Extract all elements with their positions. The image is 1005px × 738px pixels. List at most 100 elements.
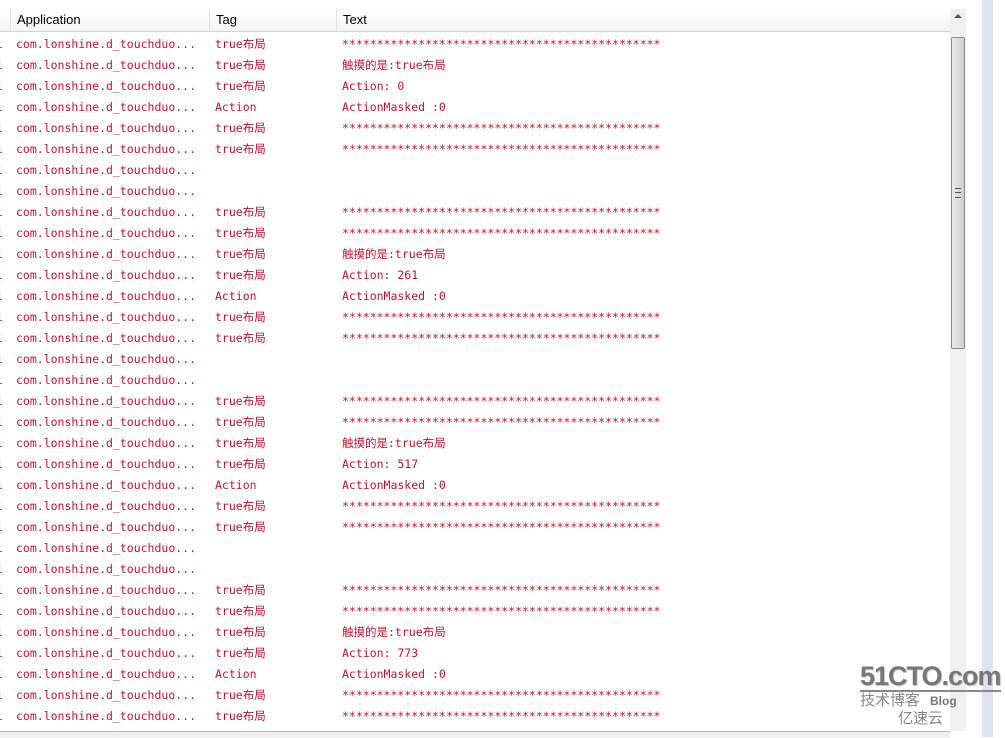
log-row[interactable]: i com.lonshine.d_touchduo... Action ActionM…: [0, 475, 950, 496]
text-cell: ****************************************…: [342, 499, 661, 513]
application-cell: com.lonshine.d_touchduo...: [16, 37, 197, 51]
log-row[interactable]: i com.lonshine.d_touchduo... true布局 Action:…: [0, 643, 950, 664]
application-cell: com.lonshine.d_touchduo...: [16, 289, 197, 303]
level-cell: i: [0, 328, 3, 349]
tag-cell: true布局: [215, 688, 266, 702]
application-cell: com.lonshine.d_touchduo...: [16, 583, 197, 597]
log-row[interactable]: i com.lonshine.d_touchduo... true布局 *******…: [0, 601, 950, 622]
level-cell: i: [0, 454, 3, 475]
tag-cell: true布局: [215, 142, 266, 156]
log-row[interactable]: i com.lonshine.d_touchduo...: [0, 160, 950, 181]
log-row[interactable]: i com.lonshine.d_touchduo... true布局 *******…: [0, 517, 950, 538]
log-row[interactable]: i com.lonshine.d_touchduo... true布局 Action:…: [0, 265, 950, 286]
text-cell: 触摸的是:true布局: [342, 247, 446, 261]
log-row[interactable]: i com.lonshine.d_touchduo... true布局 *******…: [0, 202, 950, 223]
log-row[interactable]: i com.lonshine.d_touchduo... true布局 触摸的是:tr…: [0, 55, 950, 76]
column-header-text[interactable]: Text: [336, 9, 950, 31]
level-cell: i: [0, 559, 3, 580]
level-cell: i: [0, 223, 3, 244]
vertical-scrollbar[interactable]: [950, 9, 966, 731]
log-row[interactable]: i com.lonshine.d_touchduo... true布局 *******…: [0, 223, 950, 244]
application-cell: com.lonshine.d_touchduo...: [16, 100, 197, 114]
tag-cell: true布局: [215, 247, 266, 261]
tag-cell: true布局: [215, 415, 266, 429]
level-cell: i: [0, 118, 3, 139]
level-cell: i: [0, 664, 3, 685]
tag-cell: true布局: [215, 205, 266, 219]
tag-cell: true布局: [215, 604, 266, 618]
text-cell: ****************************************…: [342, 604, 661, 618]
log-row[interactable]: i com.lonshine.d_touchduo... true布局 Action:…: [0, 454, 950, 475]
application-cell: com.lonshine.d_touchduo...: [16, 310, 197, 324]
log-row[interactable]: i com.lonshine.d_touchduo...: [0, 349, 950, 370]
application-cell: com.lonshine.d_touchduo...: [16, 541, 197, 555]
level-cell: i: [0, 538, 3, 559]
tag-cell: true布局: [215, 394, 266, 408]
watermark-logo: 51CTO.com 技术博客 Blog 亿速云: [860, 661, 1002, 728]
log-row[interactable]: i com.lonshine.d_touchduo... true布局 *******…: [0, 580, 950, 601]
level-cell: i: [0, 643, 3, 664]
column-header-tag[interactable]: Tag: [209, 9, 336, 31]
application-cell: com.lonshine.d_touchduo...: [16, 436, 197, 450]
log-row[interactable]: i com.lonshine.d_touchduo... true布局 *******…: [0, 34, 950, 55]
log-row[interactable]: i com.lonshine.d_touchduo... true布局 *******…: [0, 706, 950, 727]
log-row[interactable]: i com.lonshine.d_touchduo... Action ActionM…: [0, 286, 950, 307]
log-row[interactable]: i com.lonshine.d_touchduo...: [0, 181, 950, 202]
text-cell: Action: 0: [342, 79, 405, 93]
tag-cell: true布局: [215, 583, 266, 597]
text-cell: ActionMasked :0: [342, 100, 446, 114]
application-cell: com.lonshine.d_touchduo...: [16, 247, 197, 261]
text-cell: 触摸的是:true布局: [342, 436, 446, 450]
application-cell: com.lonshine.d_touchduo...: [16, 58, 197, 72]
level-cell: i: [0, 349, 3, 370]
scrollbar-thumb[interactable]: [951, 37, 965, 349]
log-row[interactable]: i com.lonshine.d_touchduo...: [0, 538, 950, 559]
log-row[interactable]: i com.lonshine.d_touchduo... true布局 *******…: [0, 496, 950, 517]
level-cell: i: [0, 286, 3, 307]
level-cell: i: [0, 370, 3, 391]
log-row[interactable]: i com.lonshine.d_touchduo...: [0, 370, 950, 391]
log-list: i com.lonshine.d_touchduo... true布局 *******…: [0, 34, 950, 727]
log-row[interactable]: i com.lonshine.d_touchduo... true布局 触摸的是:tr…: [0, 244, 950, 265]
application-cell: com.lonshine.d_touchduo...: [16, 625, 197, 639]
log-row[interactable]: i com.lonshine.d_touchduo... true布局 *******…: [0, 307, 950, 328]
level-cell: i: [0, 97, 3, 118]
log-row[interactable]: i com.lonshine.d_touchduo... true布局 *******…: [0, 391, 950, 412]
text-cell: ActionMasked :0: [342, 289, 446, 303]
log-row[interactable]: i com.lonshine.d_touchduo... true布局 Action:…: [0, 76, 950, 97]
text-cell: ActionMasked :0: [342, 667, 446, 681]
text-cell: 触摸的是:true布局: [342, 625, 446, 639]
side-panel-edge: [982, 0, 993, 737]
text-cell: ****************************************…: [342, 121, 661, 135]
scroll-up-arrow-icon[interactable]: [954, 14, 962, 18]
log-row[interactable]: i com.lonshine.d_touchduo...: [0, 559, 950, 580]
application-cell: com.lonshine.d_touchduo...: [16, 646, 197, 660]
level-cell: i: [0, 202, 3, 223]
log-row[interactable]: i com.lonshine.d_touchduo... true布局 *******…: [0, 118, 950, 139]
column-header-application[interactable]: Application: [10, 9, 210, 31]
level-cell: i: [0, 307, 3, 328]
log-row[interactable]: i com.lonshine.d_touchduo... Action ActionM…: [0, 664, 950, 685]
log-row[interactable]: i com.lonshine.d_touchduo... true布局 触摸的是:tr…: [0, 433, 950, 454]
watermark-brand: 51CTO.com: [860, 661, 1002, 691]
application-cell: com.lonshine.d_touchduo...: [16, 268, 197, 282]
text-cell: ****************************************…: [342, 709, 661, 723]
level-cell: i: [0, 496, 3, 517]
log-row[interactable]: i com.lonshine.d_touchduo... true布局 *******…: [0, 685, 950, 706]
log-row[interactable]: i com.lonshine.d_touchduo... true布局 *******…: [0, 412, 950, 433]
level-cell: i: [0, 580, 3, 601]
application-cell: com.lonshine.d_touchduo...: [16, 499, 197, 513]
text-cell: ****************************************…: [342, 520, 661, 534]
text-cell: ****************************************…: [342, 142, 661, 156]
log-row[interactable]: i com.lonshine.d_touchduo... true布局 *******…: [0, 139, 950, 160]
application-cell: com.lonshine.d_touchduo...: [16, 709, 197, 723]
log-row[interactable]: i com.lonshine.d_touchduo... Action ActionM…: [0, 97, 950, 118]
log-row[interactable]: i com.lonshine.d_touchduo... true布局 触摸的是:tr…: [0, 622, 950, 643]
text-cell: ****************************************…: [342, 37, 661, 51]
log-row[interactable]: i com.lonshine.d_touchduo... true布局 *******…: [0, 328, 950, 349]
level-cell: i: [0, 433, 3, 454]
tag-cell: true布局: [215, 625, 266, 639]
column-header: Application Tag Text: [0, 9, 950, 32]
tag-cell: true布局: [215, 457, 266, 471]
tag-cell: true布局: [215, 79, 266, 93]
